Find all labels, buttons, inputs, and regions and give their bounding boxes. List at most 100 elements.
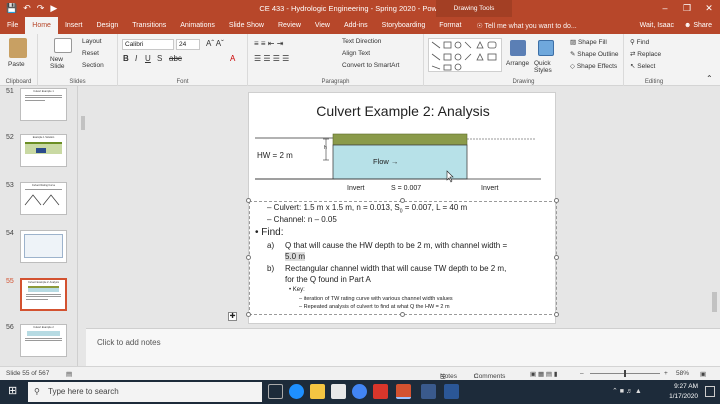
- tab-view[interactable]: View: [308, 17, 337, 34]
- shape-outline-button[interactable]: ✎ Shape Outline: [570, 50, 618, 58]
- tab-format[interactable]: Format: [432, 17, 468, 34]
- zoom-in-button[interactable]: +: [664, 370, 668, 377]
- slide-thumbnail[interactable]: Culvert Rating Curve: [20, 182, 67, 215]
- zoom-level[interactable]: 58%: [676, 370, 689, 377]
- align-icons[interactable]: ☰ ☰ ☰ ☰: [254, 54, 289, 63]
- text-direction-button[interactable]: Text Direction: [342, 38, 381, 45]
- zoom-out-button[interactable]: –: [580, 370, 584, 377]
- shapes-gallery[interactable]: [428, 38, 502, 72]
- strikethrough-icon[interactable]: abc: [169, 54, 182, 63]
- minimize-button[interactable]: –: [654, 0, 676, 17]
- depth-mark-label: h: [324, 145, 327, 151]
- quick-styles-icon[interactable]: [538, 40, 554, 56]
- taskbar-search[interactable]: ⚲ Type here to search: [28, 382, 262, 402]
- tab-insert[interactable]: Insert: [58, 17, 90, 34]
- current-slide[interactable]: Culvert Example 2: Analysis HW = 2 m h F…: [246, 92, 559, 324]
- zoom-thumb[interactable]: [624, 370, 626, 377]
- drawing-group: Arrange Quick Styles ▨ Shape Fill ✎ Shap…: [424, 34, 624, 86]
- tab-slide-show[interactable]: Slide Show: [222, 17, 271, 34]
- layout-button[interactable]: Layout: [82, 38, 102, 45]
- close-button[interactable]: ✕: [698, 0, 720, 17]
- section-button[interactable]: Section: [82, 62, 104, 69]
- underline-icon[interactable]: U: [145, 54, 151, 63]
- font-size-box[interactable]: 24: [176, 39, 200, 50]
- new-slide-icon[interactable]: [54, 38, 72, 53]
- tab-transitions[interactable]: Transitions: [125, 17, 173, 34]
- shape-fill-button[interactable]: ▨ Shape Fill: [570, 38, 607, 46]
- editing-group: ⚲ Find ⇄ Replace ↖ Select Editing: [624, 34, 684, 86]
- restore-button[interactable]: ❒: [676, 0, 698, 17]
- paste-icon[interactable]: [9, 38, 27, 58]
- layout-options-icon[interactable]: ✚: [228, 312, 237, 321]
- app-r-icon[interactable]: [373, 384, 388, 399]
- tab-file[interactable]: File: [0, 17, 25, 34]
- notification-icon[interactable]: [705, 386, 715, 397]
- undo-icon[interactable]: ↶: [23, 0, 31, 17]
- resize-handle[interactable]: [554, 198, 559, 203]
- tab-add-ins[interactable]: Add-ins: [337, 17, 375, 34]
- new-slide-button[interactable]: New Slide: [50, 56, 78, 70]
- font-name-box[interactable]: Calibri: [122, 39, 174, 50]
- task-view-icon[interactable]: [268, 384, 283, 399]
- slide-thumbnail[interactable]: Culvert Example 1: [20, 88, 67, 121]
- reset-button[interactable]: Reset: [82, 50, 99, 57]
- fit-to-window-icon[interactable]: ▣: [700, 370, 706, 378]
- tell-me-box[interactable]: ☉ Tell me what you want to do...: [476, 22, 576, 30]
- bold-icon[interactable]: B: [123, 54, 129, 63]
- resize-handle[interactable]: [554, 312, 559, 317]
- view-buttons[interactable]: ▣ ▦ ▤ ▮: [530, 370, 557, 378]
- word-icon[interactable]: [444, 384, 459, 399]
- italic-icon[interactable]: I: [135, 54, 137, 63]
- resize-handle[interactable]: [246, 255, 251, 260]
- collapse-ribbon-icon[interactable]: ⌃: [706, 74, 713, 83]
- resize-handle[interactable]: [554, 255, 559, 260]
- edge-icon[interactable]: [289, 384, 304, 399]
- bullets-icon[interactable]: ≡ ≡ ⇤ ⇥: [254, 39, 283, 48]
- select-button[interactable]: ↖ Select: [630, 62, 655, 70]
- system-tray-icons[interactable]: ⌃ ■ ♬ ▲: [612, 387, 642, 395]
- slide-thumbnail[interactable]: [20, 230, 67, 263]
- resize-handle[interactable]: [400, 312, 405, 317]
- slideshow-icon[interactable]: ▶: [50, 0, 57, 17]
- resize-handle[interactable]: [246, 198, 251, 203]
- quick-styles-button[interactable]: Quick Styles: [534, 60, 560, 74]
- app-window-icon[interactable]: [421, 384, 436, 399]
- redo-icon[interactable]: ↷: [37, 0, 45, 17]
- spellcheck-icon[interactable]: ▤: [66, 370, 72, 378]
- slide-thumbnail[interactable]: Culvert Example 2: Analysis: [20, 278, 67, 311]
- arrange-button[interactable]: Arrange: [506, 60, 529, 67]
- notes-pane[interactable]: Click to add notes: [86, 328, 720, 366]
- shape-effects-button[interactable]: ◇ Shape Effects: [570, 62, 617, 70]
- tab-home[interactable]: Home: [25, 17, 58, 34]
- align-text-button[interactable]: Align Text: [342, 50, 370, 57]
- clock[interactable]: 9:27 AM 1/17/2020: [669, 382, 698, 402]
- tab-storyboarding[interactable]: Storyboarding: [375, 17, 433, 34]
- tab-animations[interactable]: Animations: [173, 17, 222, 34]
- grow-font-icon[interactable]: Aˆ Aˇ: [206, 39, 224, 48]
- windows-start-icon[interactable]: ⊞: [8, 386, 17, 397]
- powerpoint-taskbar-icon[interactable]: [396, 384, 411, 399]
- tab-review[interactable]: Review: [271, 17, 308, 34]
- arrange-icon[interactable]: [510, 40, 526, 56]
- tab-design[interactable]: Design: [89, 17, 125, 34]
- replace-button[interactable]: ⇄ Replace: [630, 50, 661, 58]
- find-button[interactable]: ⚲ Find: [630, 38, 649, 46]
- paste-button[interactable]: Paste: [8, 61, 25, 68]
- save-icon[interactable]: 💾: [6, 0, 17, 17]
- chrome-icon[interactable]: [352, 384, 367, 399]
- slide-thumbnail[interactable]: Example 1 Solution: [20, 134, 67, 167]
- slope-label: S = 0.007: [391, 185, 422, 192]
- store-icon[interactable]: [331, 384, 346, 399]
- file-explorer-icon[interactable]: [310, 384, 325, 399]
- item-a-highlight: 5.0 m: [285, 252, 306, 261]
- share-button[interactable]: ☻ Share: [684, 22, 712, 29]
- thumbnail-figure: [24, 194, 60, 206]
- convert-smartart-button[interactable]: Convert to SmartArt: [342, 62, 399, 69]
- slide-thumbnail[interactable]: Culvert Example 2: [20, 324, 67, 357]
- resize-handle[interactable]: [246, 312, 251, 317]
- shadow-icon[interactable]: S: [157, 54, 162, 63]
- notes-placeholder[interactable]: Click to add notes: [97, 338, 161, 347]
- slide-scrollbar[interactable]: [712, 96, 717, 326]
- font-color-icon[interactable]: A: [230, 54, 235, 63]
- user-name[interactable]: Wait, Isaac: [640, 22, 674, 29]
